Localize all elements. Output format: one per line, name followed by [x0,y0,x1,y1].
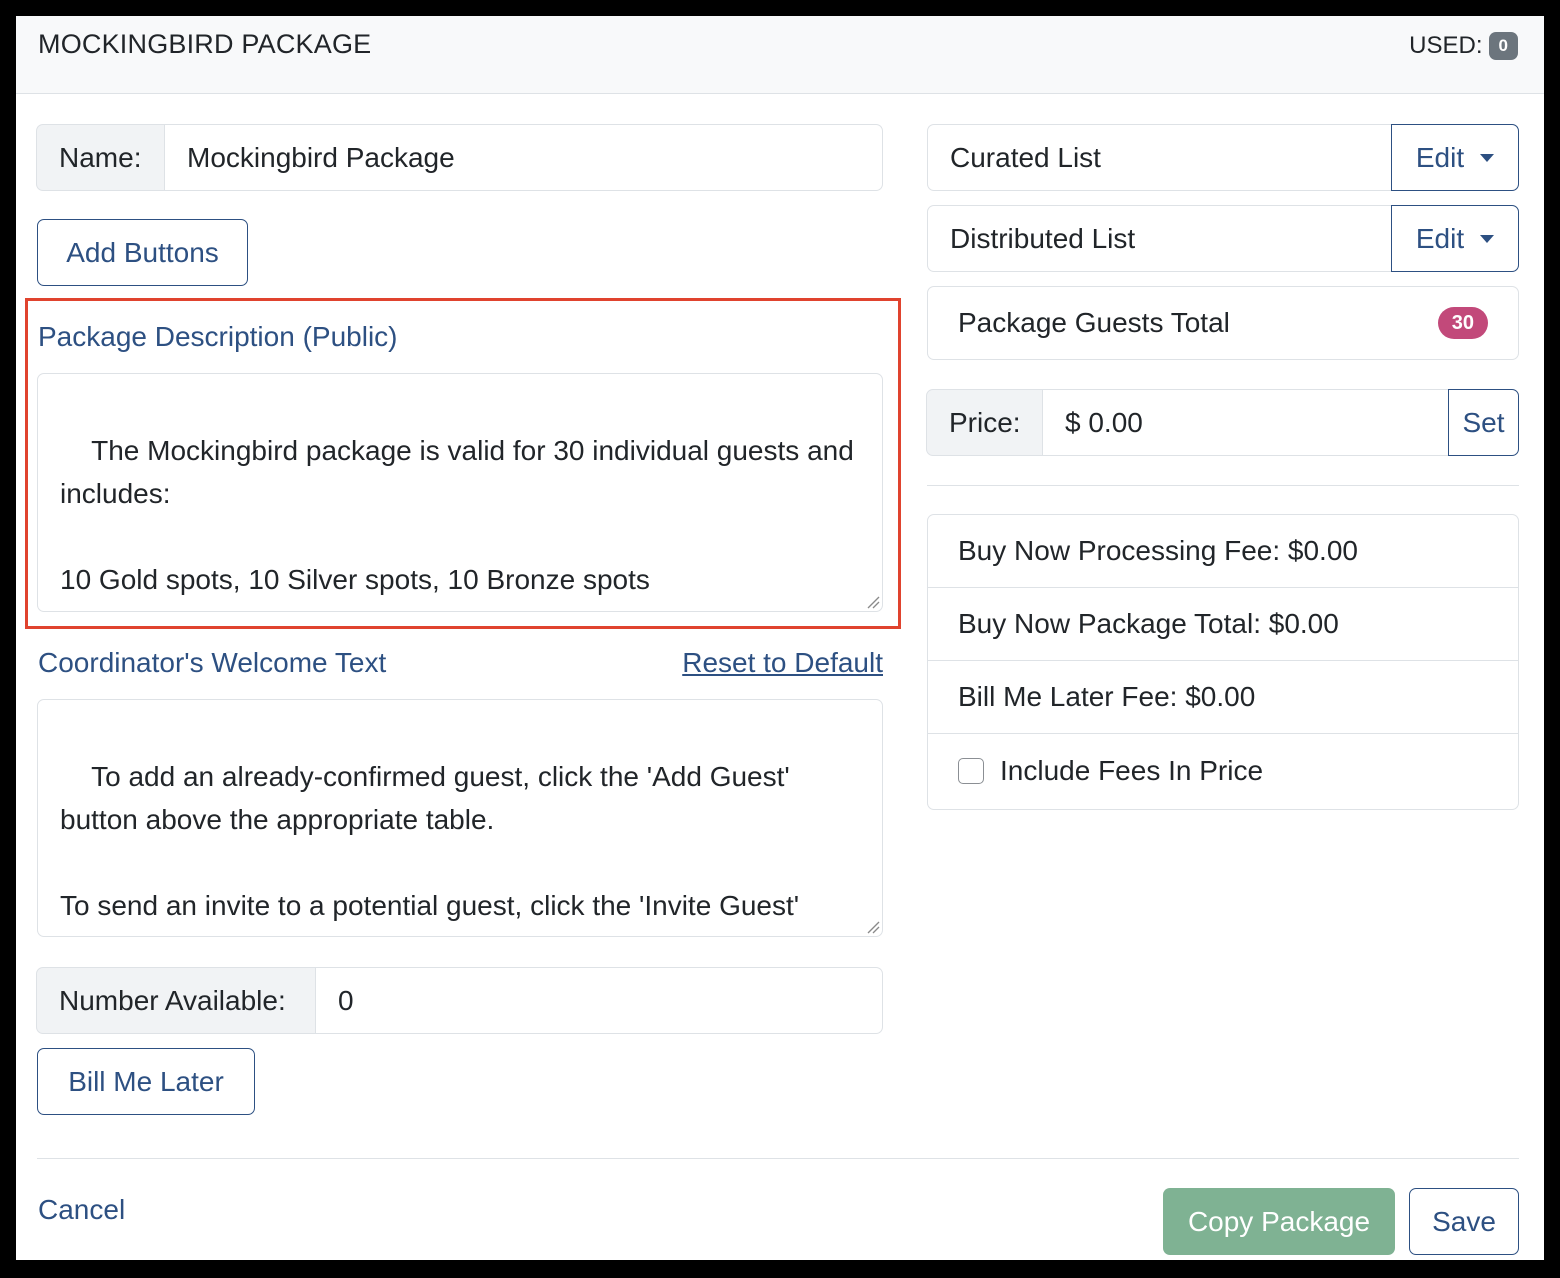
caret-down-icon [1480,153,1495,162]
footer-divider [37,1158,1519,1159]
package-modal: MOCKINGBIRD PACKAGE USED:0 Name: Add But… [16,16,1544,1260]
used-count-badge: 0 [1488,32,1518,60]
copy-package-button[interactable]: Copy Package [1163,1188,1395,1255]
used-indicator: USED: 0 [1409,31,1518,61]
price-label: Price: [926,389,1043,456]
used-label: USED: [1409,32,1483,59]
package-description-label: Package Description (Public) [38,321,398,352]
price-set-button[interactable]: Set [1448,389,1519,456]
number-available-label: Number Available: [36,967,316,1034]
name-input[interactable] [165,124,883,191]
resize-grip-icon[interactable] [866,920,880,934]
package-total-item: Buy Now Package Total: $0.00 [928,588,1518,661]
save-button[interactable]: Save [1409,1188,1519,1255]
distributed-list-label: Distributed List [950,222,1136,254]
processing-fee-item: Buy Now Processing Fee: $0.00 [928,515,1518,588]
distributed-list-edit-button[interactable]: Edit [1391,205,1519,272]
package-guests-label: Package Guests Total [958,307,1230,338]
resize-grip-icon[interactable] [866,595,880,609]
bill-me-later-button[interactable]: Bill Me Later [37,1048,255,1115]
include-fees-checkbox[interactable] [958,758,984,784]
welcome-text-textarea[interactable]: To add an already-confirmed guest, click… [37,699,883,937]
bill-later-fee-item: Bill Me Later Fee: $0.00 [928,661,1518,734]
package-guests-badge: 30 [1437,307,1488,339]
package-description-text: The Mockingbird package is valid for 30 … [60,435,854,595]
modal-title: MOCKINGBIRD PACKAGE [38,29,372,59]
curated-list-edit-button[interactable]: Edit [1391,124,1519,191]
curated-list-edit-label: Edit [1415,141,1465,173]
include-fees-label: Include Fees In Price [1000,755,1264,786]
cancel-link[interactable]: Cancel [38,1193,125,1227]
package-description-textarea[interactable]: The Mockingbird package is valid for 30 … [37,373,883,612]
number-available-input[interactable] [316,967,883,1034]
include-fees-item[interactable]: Include Fees In Price [928,734,1518,808]
curated-list-row: Curated List Edit [927,124,1519,191]
distributed-list-edit-label: Edit [1415,222,1465,254]
welcome-text-label: Coordinator's Welcome Text [38,647,387,678]
caret-down-icon [1480,234,1495,243]
name-input-group: Name: [36,124,883,191]
price-input-group: Price: Set [926,389,1519,456]
number-available-group: Number Available: [36,967,883,1034]
curated-list-label: Curated List [950,141,1101,173]
price-input[interactable] [1043,389,1448,456]
add-buttons-button[interactable]: Add Buttons [37,219,248,286]
distributed-list-row: Distributed List Edit [927,205,1519,272]
package-guests-row: Package Guests Total 30 [927,286,1519,360]
reset-to-default-link[interactable]: Reset to Default [682,646,883,680]
fees-list: Buy Now Processing Fee: $0.00 Buy Now Pa… [927,514,1519,810]
modal-header: MOCKINGBIRD PACKAGE USED: 0 [16,16,1544,94]
welcome-text-content: To add an already-confirmed guest, click… [60,761,810,936]
name-label: Name: [36,124,165,191]
divider [927,485,1519,486]
